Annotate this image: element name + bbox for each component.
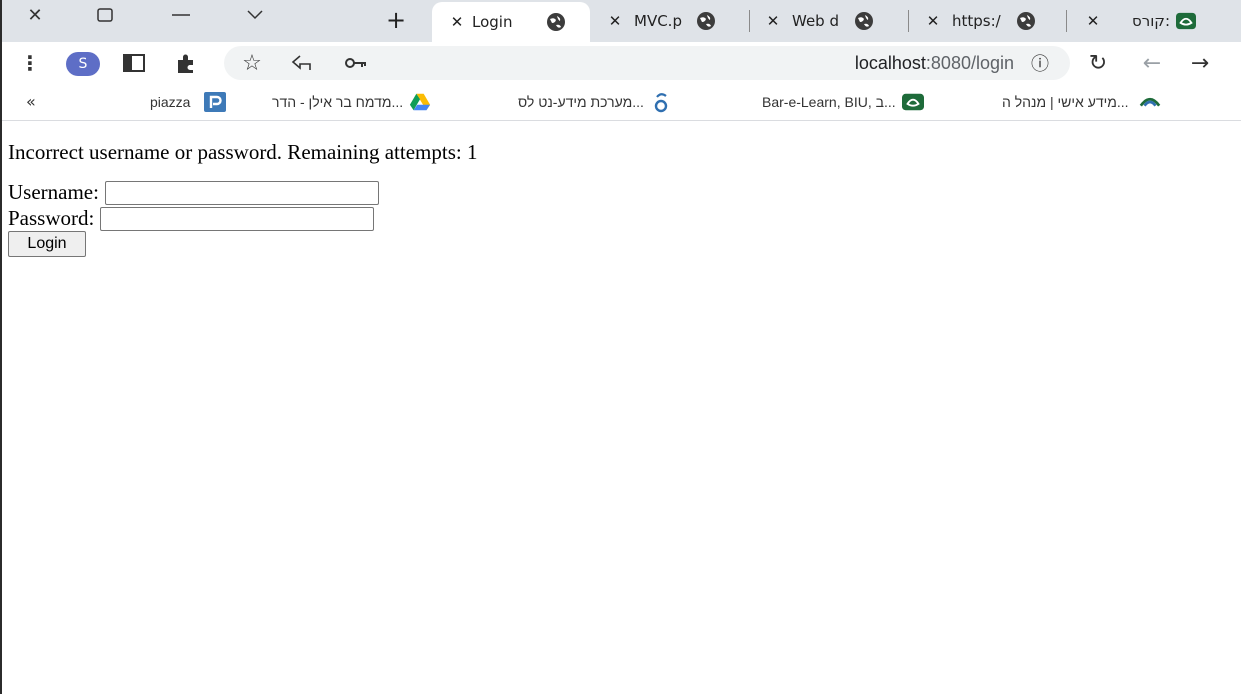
url-host: localhost [854, 53, 926, 73]
browser-toolbar: ⋮ S ☆ localhost:8080/login ⓘ ↻ ← → [2, 42, 1241, 84]
url-path: :8080/login [925, 53, 1014, 73]
bookmark-piazza[interactable]: piazza [150, 92, 227, 112]
reload-icon[interactable]: ↻ [1086, 51, 1110, 76]
forward-icon[interactable]: → [1188, 51, 1212, 76]
password-input[interactable] [100, 206, 375, 231]
star-icon[interactable]: ☆ [240, 51, 264, 76]
password-row: Password: [8, 206, 375, 231]
window-maximize-button[interactable] [90, 2, 120, 28]
avatar[interactable]: S [66, 52, 100, 76]
moodle-icon [901, 92, 924, 112]
username-label: Username: [8, 180, 99, 204]
bookmark-label: מידע אישי | מנהל ה... [1002, 94, 1129, 110]
google-drive-icon [409, 92, 431, 112]
error-message: Incorrect username or password. Remainin… [8, 140, 478, 164]
biu-icon [1139, 92, 1161, 112]
globe-icon [696, 11, 716, 31]
browser-window: ✕ + ✕ Login ✕ MVC.p ✕ Web d ✕ https:/ ✕ … [2, 0, 1241, 694]
globe-icon [854, 11, 874, 31]
tab-search-button[interactable] [240, 2, 270, 28]
bookmarks-bar: « piazza מדמח בר אילן - הדר... מערכת מיד… [2, 84, 1241, 121]
username-input[interactable] [104, 180, 379, 205]
back-icon[interactable]: ← [1140, 51, 1164, 76]
side-panel-icon[interactable] [122, 51, 146, 75]
bookmark-cs-dept[interactable]: מדמח בר אילן - הדר... [272, 92, 431, 112]
avatar-letter: S [78, 56, 88, 72]
bookmark-label: piazza [150, 94, 191, 110]
extensions-icon[interactable] [174, 51, 198, 75]
moodle-icon [1176, 11, 1196, 31]
tab-label: קורס: [1132, 12, 1170, 30]
tab-course[interactable]: ✕ קורס: [1082, 6, 1212, 36]
bookmark-label: מערכת מידע-נט לס... [518, 94, 644, 110]
bookmark-bar-e-learn[interactable]: Bar-e-Learn, BIU, ב... [762, 92, 924, 112]
close-icon: ✕ [27, 4, 43, 26]
menu-icon[interactable]: ⋮ [18, 51, 42, 75]
window-close-button[interactable]: ✕ [20, 2, 50, 28]
infonet-icon [650, 92, 672, 113]
password-label: Password: [8, 206, 95, 230]
tab-close-icon[interactable]: ✕ [604, 12, 626, 30]
tab-https[interactable]: ✕ https:/ [922, 6, 1062, 36]
tab-close-icon[interactable]: ✕ [446, 13, 468, 31]
globe-icon [546, 12, 566, 32]
tab-separator [1066, 10, 1067, 32]
tab-label: Login [472, 13, 513, 31]
tab-label: MVC.p [634, 12, 682, 30]
username-row: Username: [8, 180, 379, 205]
tab-label: https:/ [952, 12, 1001, 30]
tab-separator [908, 10, 909, 32]
chevron-down-icon [247, 10, 263, 20]
bookmark-label: Bar-e-Learn, BIU, ב... [762, 94, 896, 110]
tab-label: Web d [792, 12, 839, 30]
piazza-icon [204, 92, 227, 112]
share-icon[interactable] [290, 51, 314, 75]
tab-close-icon[interactable]: ✕ [922, 12, 944, 30]
bookmark-infonet[interactable]: מערכת מידע-נט לס... [518, 92, 672, 113]
tab-strip: ✕ + ✕ Login ✕ MVC.p ✕ Web d ✕ https:/ ✕ … [2, 0, 1241, 42]
site-info-icon[interactable]: ⓘ [1028, 51, 1052, 75]
tab-login[interactable]: ✕ Login [432, 2, 590, 42]
bookmark-personal-info[interactable]: מידע אישי | מנהל ה... [1002, 92, 1161, 112]
tab-separator [749, 10, 750, 32]
bookmark-label: מדמח בר אילן - הדר... [272, 94, 404, 110]
key-icon[interactable] [344, 51, 368, 75]
maximize-icon [97, 8, 113, 22]
globe-icon [1016, 11, 1036, 31]
tab-close-icon[interactable]: ✕ [762, 12, 784, 30]
more-bookmarks-icon[interactable]: « [26, 92, 36, 111]
window-minimize-button[interactable] [166, 2, 196, 28]
address-bar[interactable]: ☆ localhost:8080/login ⓘ [224, 46, 1070, 80]
tab-web[interactable]: ✕ Web d [762, 6, 902, 36]
login-button[interactable]: Login [8, 231, 86, 257]
tab-mvc[interactable]: ✕ MVC.p [604, 6, 744, 36]
minimize-icon [172, 14, 190, 16]
page-content: Incorrect username or password. Remainin… [2, 121, 1241, 694]
new-tab-button[interactable]: + [384, 8, 408, 32]
url-text[interactable]: localhost:8080/login [855, 53, 1014, 74]
tab-close-icon[interactable]: ✕ [1082, 12, 1104, 30]
